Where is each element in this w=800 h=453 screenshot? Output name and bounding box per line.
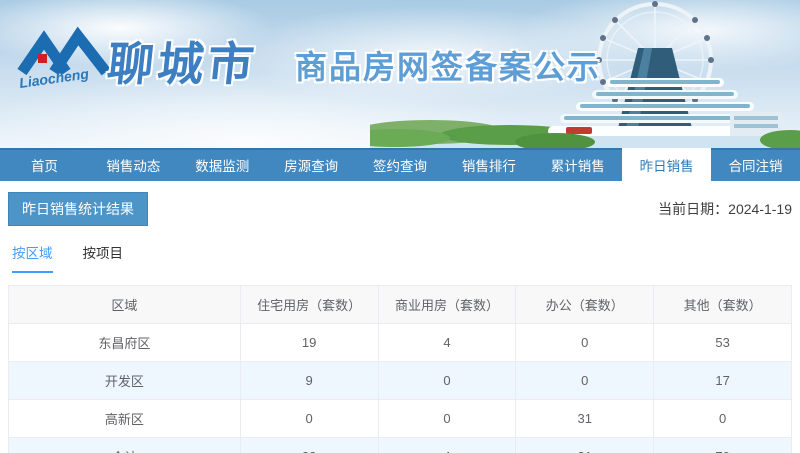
nav-item-data-monitor[interactable]: 数据监测	[178, 148, 267, 181]
site-title: 商品房网签备案公示	[295, 42, 601, 88]
cell-value: 19	[240, 324, 378, 362]
view-tabs: 按区域 按项目	[8, 242, 792, 273]
tab-by-region[interactable]: 按区域	[12, 242, 53, 273]
cell-region: 开发区	[9, 362, 241, 400]
cell-value: 0	[654, 400, 792, 438]
col-header-office: 办公（套数）	[516, 286, 654, 324]
cell-value: 53	[654, 324, 792, 362]
cell-value: 31	[516, 400, 654, 438]
cell-value: 70	[654, 438, 792, 453]
col-header-other: 其他（套数）	[654, 286, 792, 324]
cell-value: 17	[654, 362, 792, 400]
main-content: 昨日销售统计结果 当前日期：2024-1-19 按区域 按项目 区域 住宅用房（…	[0, 192, 800, 453]
cell-region: 合计	[9, 438, 241, 453]
nav-item-total-sales[interactable]: 累计销售	[533, 148, 622, 181]
tab-by-project[interactable]: 按项目	[83, 242, 124, 273]
nav-item-yesterday-sales[interactable]: 昨日销售	[622, 148, 711, 181]
cell-value: 0	[516, 362, 654, 400]
cell-value: 31	[516, 438, 654, 453]
cell-value: 0	[378, 362, 516, 400]
current-date-label: 当前日期：2024-1-19	[658, 199, 792, 219]
col-header-residential: 住宅用房（套数）	[240, 286, 378, 324]
table-row-total: 合计 28 4 31 70	[9, 438, 792, 453]
col-header-commercial: 商业用房（套数）	[378, 286, 516, 324]
nav-item-sales-dynamics[interactable]: 销售动态	[89, 148, 178, 181]
table-row: 东昌府区 19 4 0 53	[9, 324, 792, 362]
section-title-badge: 昨日销售统计结果	[8, 192, 148, 226]
cell-value: 28	[240, 438, 378, 453]
cell-value: 4	[378, 324, 516, 362]
nav-item-home[interactable]: 首页	[0, 148, 89, 181]
sales-stats-table: 区域 住宅用房（套数） 商业用房（套数） 办公（套数） 其他（套数） 东昌府区 …	[8, 285, 792, 453]
site-banner: Liaocheng 聊城市 商品房网签备案公示	[0, 0, 800, 148]
cell-value: 4	[378, 438, 516, 453]
nav-item-sales-ranking[interactable]: 销售排行	[444, 148, 533, 181]
cell-region: 高新区	[9, 400, 241, 438]
cell-value: 0	[516, 324, 654, 362]
main-nav: 首页 销售动态 数据监测 房源查询 签约查询 销售排行 累计销售 昨日销售 合同…	[0, 148, 800, 181]
table-row: 开发区 9 0 0 17	[9, 362, 792, 400]
nav-item-contract-cancel[interactable]: 合同注销	[711, 148, 800, 181]
liaocheng-logo-icon: Liaocheng	[16, 24, 116, 96]
cell-value: 0	[378, 400, 516, 438]
nav-item-housing-query[interactable]: 房源查询	[267, 148, 356, 181]
cell-value: 0	[240, 400, 378, 438]
city-name: 聊城市	[105, 28, 262, 94]
cell-region: 东昌府区	[9, 324, 241, 362]
table-row: 高新区 0 0 31 0	[9, 400, 792, 438]
col-header-region: 区域	[9, 286, 241, 324]
table-header-row: 区域 住宅用房（套数） 商业用房（套数） 办公（套数） 其他（套数）	[9, 286, 792, 324]
cell-value: 9	[240, 362, 378, 400]
nav-item-contract-query[interactable]: 签约查询	[356, 148, 445, 181]
